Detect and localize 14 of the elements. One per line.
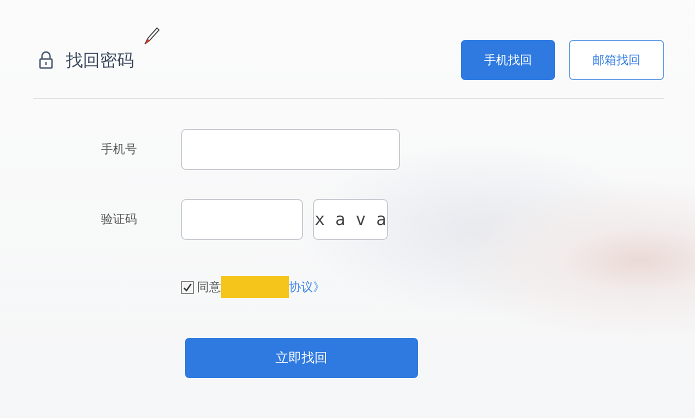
field-label: 手机号	[100, 141, 137, 158]
captcha-image[interactable]: x a v a	[313, 199, 388, 240]
recovery-method-tab[interactable]: 邮箱找回	[569, 40, 664, 80]
pen-cursor-icon	[142, 26, 160, 46]
lock-icon	[39, 51, 53, 69]
agree-checkbox[interactable]	[181, 280, 194, 294]
field-label: 验证码	[100, 211, 137, 228]
agreement-link[interactable]: 协议》	[289, 278, 325, 296]
input-field[interactable]	[181, 199, 303, 240]
page-title: 找回密码	[66, 50, 135, 72]
input-field[interactable]	[181, 129, 400, 170]
submit-button[interactable]: 立即找回	[185, 338, 418, 378]
agree-text: 同意	[197, 278, 221, 296]
recovery-method-tab[interactable]: 手机找回	[461, 40, 555, 80]
